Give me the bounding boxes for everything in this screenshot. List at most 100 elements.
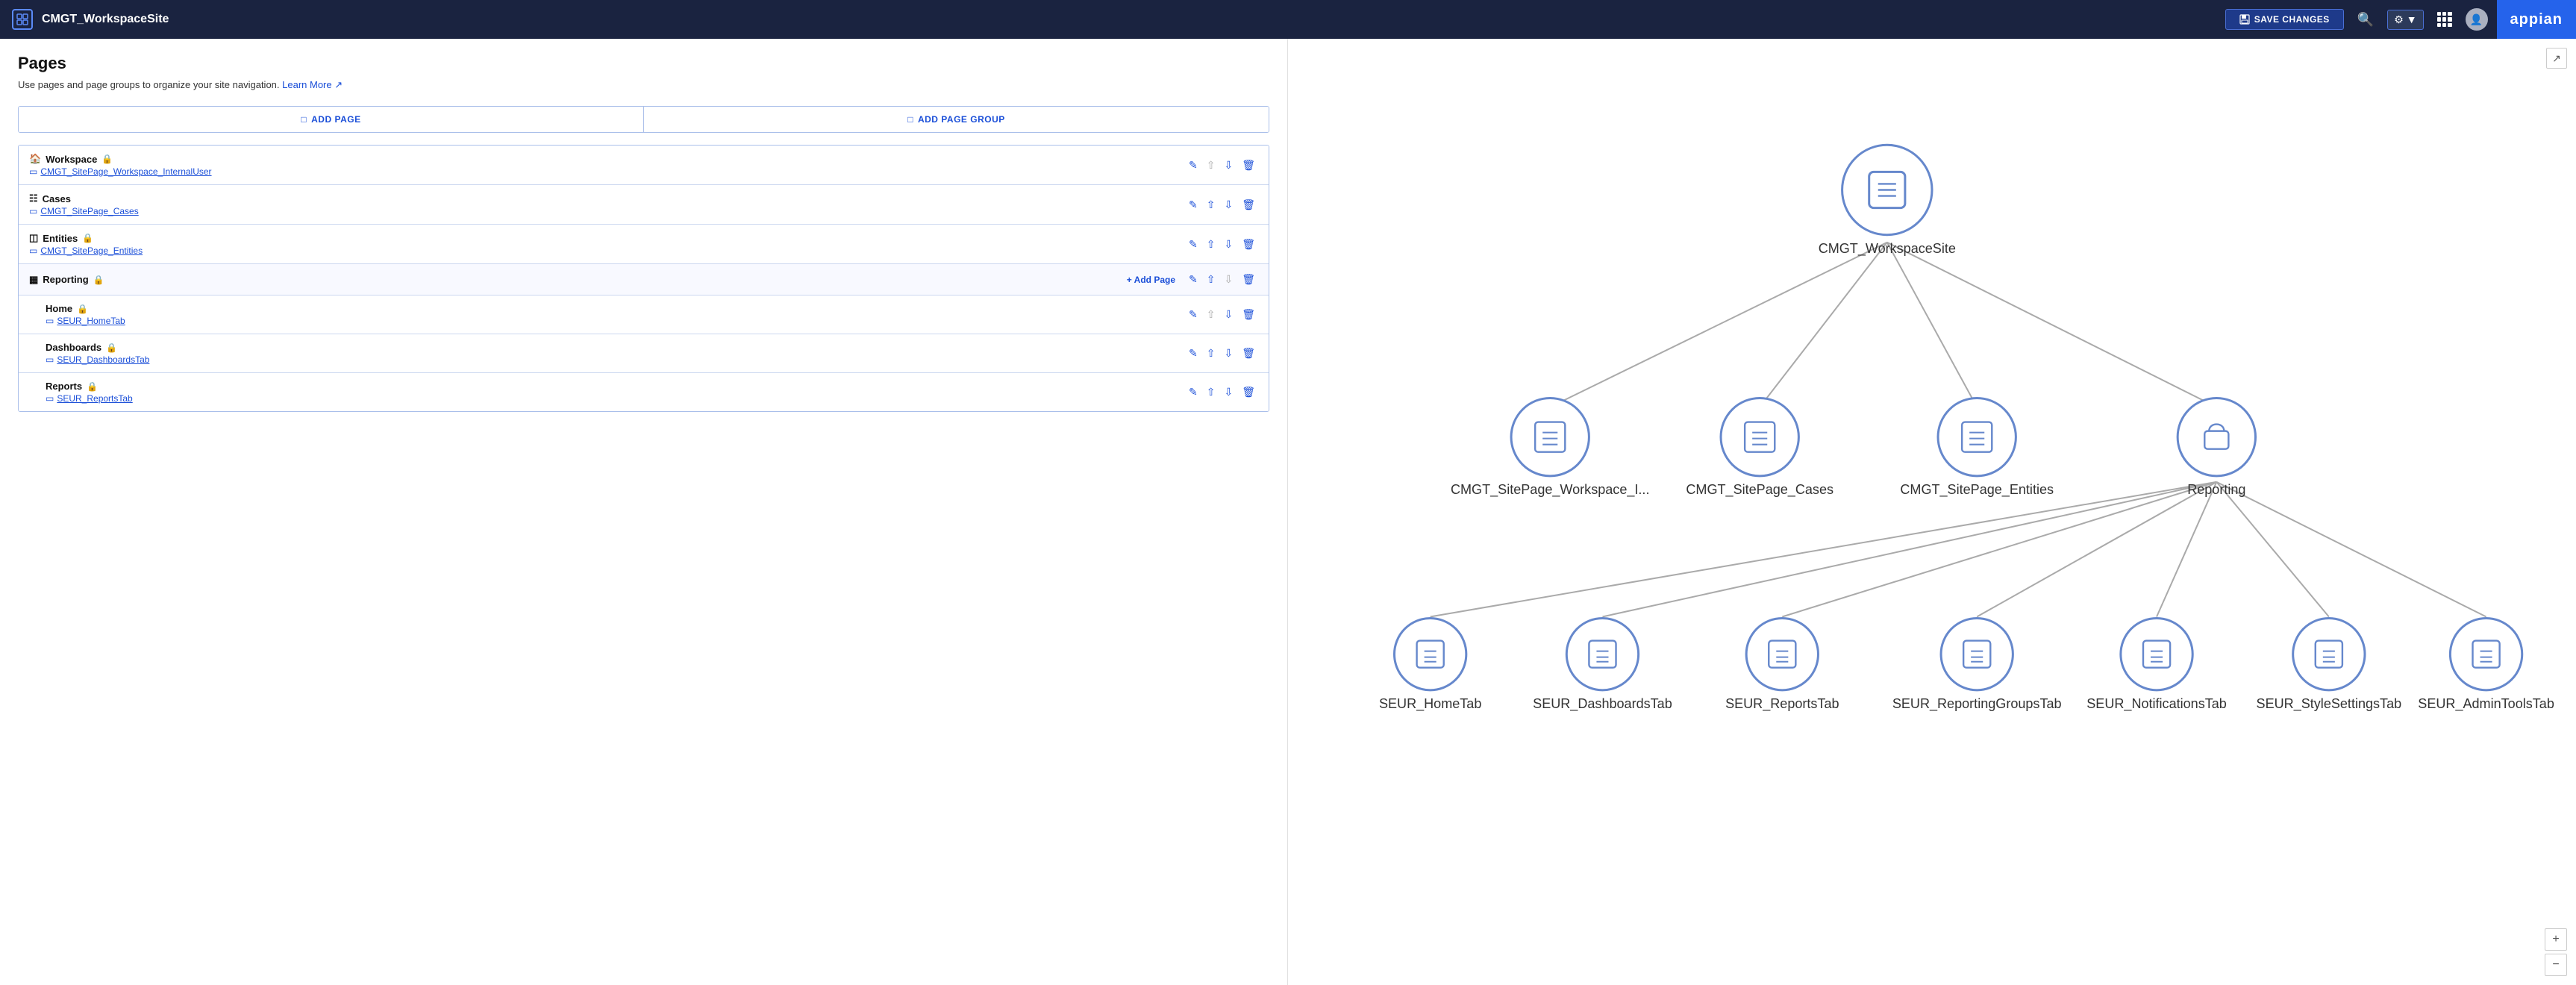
table-row: Home 🔒 ▭ SEUR_HomeTab ✎ ⇧ ⇩ 🗑 <box>19 296 1269 334</box>
delete-button[interactable]: 🗑 <box>1239 345 1258 361</box>
row-name: Reports 🔒 <box>46 381 1186 392</box>
diagram-container: CMGT_WorkspaceSite CMGT_SitePage_Workspa… <box>1288 39 2576 985</box>
move-down-button[interactable]: ⇩ <box>1221 384 1236 400</box>
row-actions: ✎ ⇧ ⇩ 🗑 <box>1186 237 1258 252</box>
row-actions: ✎ ⇧ ⇩ 🗑 <box>1186 384 1258 400</box>
edit-button[interactable]: ✎ <box>1186 384 1201 400</box>
row-link: ▭ CMGT_SitePage_Cases <box>29 206 1186 216</box>
delete-button[interactable]: 🗑 <box>1239 272 1258 287</box>
diagram-controls: + − <box>2545 928 2567 976</box>
edit-button[interactable]: ✎ <box>1186 307 1201 322</box>
add-page-inline-link[interactable]: + Add Page <box>1127 275 1175 285</box>
save-changes-button[interactable]: SAVE CHANGES <box>2225 9 2344 30</box>
row-info: 🏠 Workspace 🔒 ▭ CMGT_SitePage_Workspace_… <box>29 153 1186 177</box>
page-icon: ▭ <box>29 166 37 177</box>
learn-more-link[interactable]: Learn More ↗ <box>282 79 343 90</box>
zoom-in-button[interactable]: + <box>2545 928 2567 951</box>
workspace-link[interactable]: CMGT_SitePage_Workspace_InternalUser <box>40 166 211 177</box>
page-subtitle: Use pages and page groups to organize yo… <box>18 79 1269 91</box>
lock-icon: 🔒 <box>93 275 104 285</box>
table-row: ▦ Reporting 🔒 + Add Page ✎ ⇧ ⇩ 🗑 <box>19 264 1269 296</box>
add-page-group-button[interactable]: □ ADD PAGE GROUP <box>644 107 1269 132</box>
move-up-button[interactable]: ⇧ <box>1204 197 1219 213</box>
svg-text:SEUR_StyleSettingsTab: SEUR_StyleSettingsTab <box>2257 696 2402 712</box>
row-link: ▭ CMGT_SitePage_Entities <box>29 246 1186 256</box>
node-reporting: Reporting <box>2178 398 2255 496</box>
move-up-button[interactable]: ⇧ <box>1204 307 1219 322</box>
table-row: ☷ Cases ▭ CMGT_SitePage_Cases ✎ ⇧ ⇩ 🗑 <box>19 185 1269 225</box>
edit-button[interactable]: ✎ <box>1186 237 1201 252</box>
svg-text:CMGT_SitePage_Cases: CMGT_SitePage_Cases <box>1686 482 1833 498</box>
right-panel: CMGT_WorkspaceSite CMGT_SitePage_Workspa… <box>1288 39 2576 985</box>
diagram-svg: CMGT_WorkspaceSite CMGT_SitePage_Workspa… <box>1288 39 2576 985</box>
move-down-button[interactable]: ⇩ <box>1221 272 1236 287</box>
row-link: ▭ CMGT_SitePage_Workspace_InternalUser <box>29 166 1186 177</box>
move-down-button[interactable]: ⇩ <box>1221 197 1236 213</box>
node-home: SEUR_HomeTab <box>1379 618 1481 711</box>
svg-text:SEUR_ReportingGroupsTab: SEUR_ReportingGroupsTab <box>1892 696 2062 712</box>
entities-link[interactable]: CMGT_SitePage_Entities <box>40 246 143 256</box>
edit-button[interactable]: ✎ <box>1186 197 1201 213</box>
node-reports: SEUR_ReportsTab <box>1725 618 1839 711</box>
appian-brand: appian <box>2497 0 2576 39</box>
expand-diagram-button[interactable]: ↗ <box>2546 48 2567 69</box>
page-icon: ▭ <box>29 246 37 256</box>
dashboards-link[interactable]: SEUR_DashboardsTab <box>57 354 149 365</box>
move-down-button[interactable]: ⇩ <box>1221 345 1236 361</box>
move-down-button[interactable]: ⇩ <box>1221 237 1236 252</box>
node-dashboards: SEUR_DashboardsTab <box>1533 618 1672 711</box>
home-icon: 🏠 <box>29 153 41 165</box>
add-page-icon: □ <box>301 114 307 125</box>
row-info: ☷ Cases ▭ CMGT_SitePage_Cases <box>29 193 1186 216</box>
page-icon: ▭ <box>46 393 54 404</box>
move-up-button[interactable]: ⇧ <box>1204 272 1219 287</box>
move-up-button[interactable]: ⇧ <box>1204 157 1219 173</box>
home-link[interactable]: SEUR_HomeTab <box>57 316 125 326</box>
edit-button[interactable]: ✎ <box>1186 157 1201 173</box>
node-workspace: CMGT_SitePage_Workspace_I... <box>1451 398 1649 497</box>
row-name: Home 🔒 <box>46 303 1186 314</box>
reports-link[interactable]: SEUR_ReportsTab <box>57 393 132 404</box>
row-name: 🏠 Workspace 🔒 <box>29 153 1186 165</box>
node-cases: CMGT_SitePage_Cases <box>1686 398 1833 497</box>
table-row: Reports 🔒 ▭ SEUR_ReportsTab ✎ ⇧ ⇩ 🗑 <box>19 373 1269 411</box>
app-logo-icon <box>12 9 33 30</box>
node-style: SEUR_StyleSettingsTab <box>2257 618 2402 711</box>
zoom-out-button[interactable]: − <box>2545 954 2567 976</box>
search-button[interactable]: 🔍 <box>2353 9 2378 31</box>
delete-button[interactable]: 🗑 <box>1239 384 1258 400</box>
move-up-button[interactable]: ⇧ <box>1204 345 1219 361</box>
settings-button[interactable]: ⚙ ▼ <box>2387 10 2423 30</box>
user-avatar[interactable]: 👤 <box>2466 8 2488 31</box>
move-up-button[interactable]: ⇧ <box>1204 237 1219 252</box>
table-row: ◫ Entities 🔒 ▭ CMGT_SitePage_Entities ✎ … <box>19 225 1269 264</box>
cases-link[interactable]: CMGT_SitePage_Cases <box>40 206 138 216</box>
delete-button[interactable]: 🗑 <box>1239 197 1258 213</box>
add-page-button[interactable]: □ ADD PAGE <box>19 107 644 132</box>
svg-text:SEUR_DashboardsTab: SEUR_DashboardsTab <box>1533 696 1672 712</box>
main-content: Pages Use pages and page groups to organ… <box>0 39 2576 985</box>
lock-icon: 🔒 <box>106 343 117 353</box>
node-notifications: SEUR_NotificationsTab <box>2086 618 2227 711</box>
row-actions: ✎ ⇧ ⇩ 🗑 <box>1186 345 1258 361</box>
row-link: ▭ SEUR_ReportsTab <box>46 393 1186 404</box>
row-name: Dashboards 🔒 <box>46 342 1186 353</box>
external-link-icon: ↗ <box>334 79 343 90</box>
move-down-button[interactable]: ⇩ <box>1221 307 1236 322</box>
node-entities: CMGT_SitePage_Entities <box>1900 398 2054 497</box>
edit-button[interactable]: ✎ <box>1186 272 1201 287</box>
move-down-button[interactable]: ⇩ <box>1221 157 1236 173</box>
grid-menu-button[interactable] <box>2433 9 2457 30</box>
delete-button[interactable]: 🗑 <box>1239 237 1258 252</box>
page-title: Pages <box>18 54 1269 73</box>
edit-button[interactable]: ✎ <box>1186 345 1201 361</box>
node-admin: SEUR_AdminToolsTab <box>2418 618 2554 711</box>
row-name: ▦ Reporting 🔒 <box>29 274 1127 286</box>
lock-icon: 🔒 <box>101 154 113 164</box>
app-title: CMGT_WorkspaceSite <box>42 13 2216 26</box>
page-list: 🏠 Workspace 🔒 ▭ CMGT_SitePage_Workspace_… <box>18 145 1269 412</box>
row-name: ☷ Cases <box>29 193 1186 204</box>
delete-button[interactable]: 🗑 <box>1239 307 1258 322</box>
move-up-button[interactable]: ⇧ <box>1204 384 1219 400</box>
delete-button[interactable]: 🗑 <box>1239 157 1258 173</box>
